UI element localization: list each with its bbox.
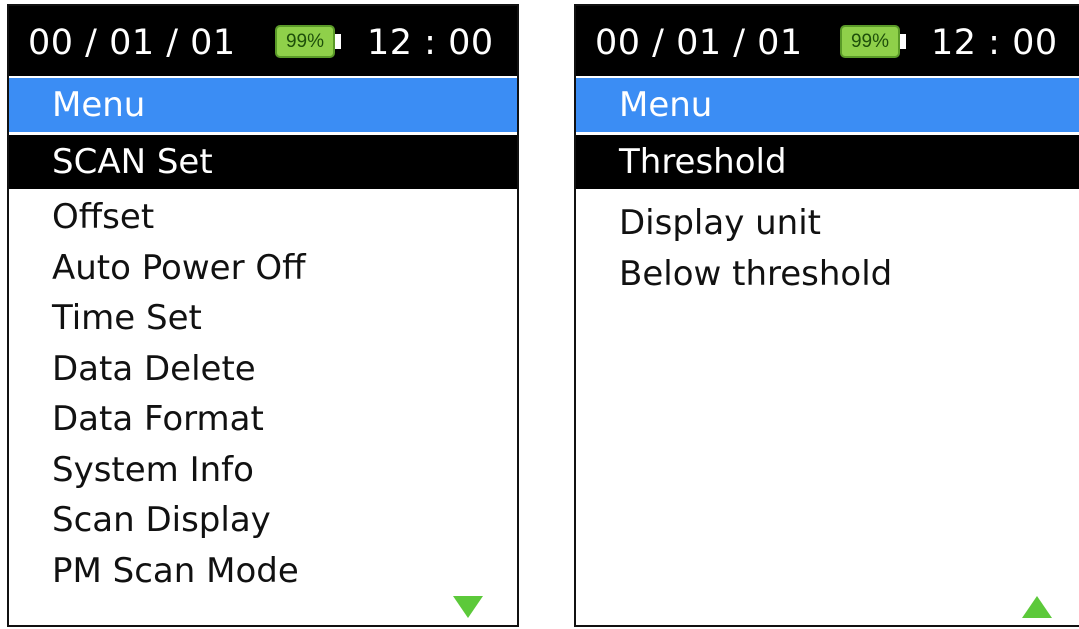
menu-item-selected[interactable]: SCAN Set — [9, 135, 517, 189]
triangle-down-icon[interactable] — [453, 596, 483, 618]
menu-list: Display unit Below threshold — [619, 198, 892, 299]
status-date: 00 / 01 / 01 — [595, 23, 803, 63]
triangle-up-icon[interactable] — [1022, 596, 1052, 618]
menu-item-below-threshold[interactable]: Below threshold — [619, 249, 892, 300]
status-bar: 00 / 01 / 01 99% 12 : 00 — [576, 6, 1079, 76]
menu-item-system-info[interactable]: System Info — [52, 445, 306, 496]
status-bar: 00 / 01 / 01 99% 12 : 00 — [9, 6, 517, 76]
battery-icon: 99% — [840, 25, 906, 58]
battery-icon: 99% — [275, 25, 341, 58]
status-time: 12 : 00 — [931, 23, 1058, 63]
menu-header: Menu — [576, 78, 1079, 132]
menu-item-data-format[interactable]: Data Format — [52, 394, 306, 445]
battery-level: 99% — [850, 31, 890, 52]
device-screen-right: 00 / 01 / 01 99% 12 : 00 Menu Threshold … — [574, 4, 1079, 627]
menu-item-pm-scan-mode[interactable]: PM Scan Mode — [52, 546, 306, 597]
status-time: 12 : 00 — [367, 23, 494, 63]
battery-level: 99% — [285, 31, 325, 52]
device-screen-left: 00 / 01 / 01 99% 12 : 00 Menu SCAN Set O… — [7, 4, 519, 627]
menu-item-selected[interactable]: Threshold — [576, 135, 1079, 189]
menu-item-auto-power-off[interactable]: Auto Power Off — [52, 243, 306, 294]
menu-item-display-unit[interactable]: Display unit — [619, 198, 892, 249]
menu-item-scan-display[interactable]: Scan Display — [52, 495, 306, 546]
menu-item-time-set[interactable]: Time Set — [52, 293, 306, 344]
status-date: 00 / 01 / 01 — [28, 23, 236, 63]
menu-item-data-delete[interactable]: Data Delete — [52, 344, 306, 395]
menu-header: Menu — [9, 78, 517, 132]
menu-item-offset[interactable]: Offset — [52, 192, 306, 243]
menu-list: Offset Auto Power Off Time Set Data Dele… — [52, 192, 306, 596]
